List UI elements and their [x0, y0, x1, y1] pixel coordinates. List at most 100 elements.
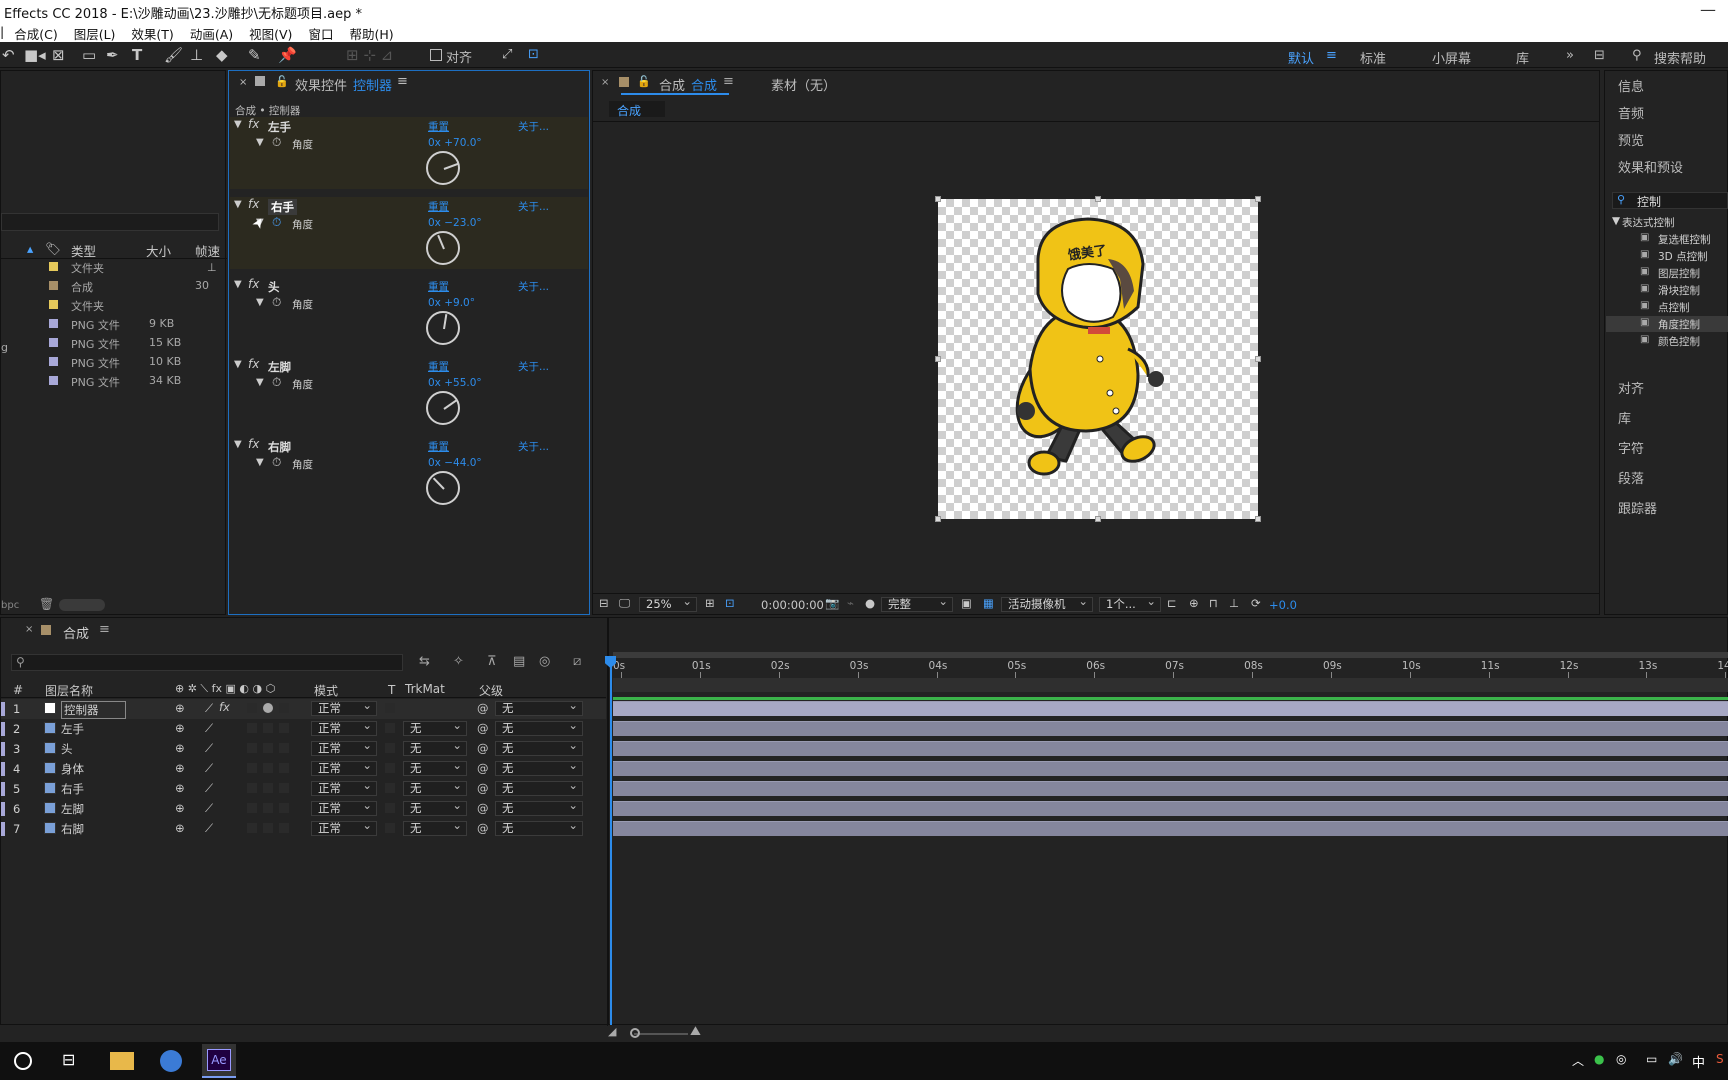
layer-name[interactable]: 右手 [61, 781, 84, 797]
panel-section[interactable]: 预览 [1618, 130, 1644, 149]
expand-arrow-icon[interactable]: ▼ [234, 359, 242, 370]
layer-name[interactable]: 控制器 [61, 701, 126, 719]
blend-mode-select[interactable]: 正常 [311, 759, 377, 776]
transform-handle[interactable] [935, 356, 941, 362]
footage-tab[interactable]: 素材（无） [771, 75, 836, 94]
parent-select[interactable]: 无 [495, 759, 583, 776]
taskbar-active-app[interactable]: Ae [202, 1044, 236, 1078]
puppet-pin-tool-icon[interactable]: 📌 [278, 46, 297, 64]
layer-duration-bar[interactable] [613, 801, 1728, 816]
views-select[interactable]: 1个... [1099, 595, 1161, 612]
trkmat-select[interactable]: 无 [403, 779, 467, 796]
draft-3d-icon[interactable]: ✧ [453, 654, 464, 669]
cortana-icon[interactable] [14, 1052, 32, 1070]
rotate-tool-icon[interactable]: ↶ [2, 46, 15, 64]
show-snapshot-icon[interactable]: ⌁ [847, 596, 854, 610]
effect-about[interactable]: 关于... [518, 439, 549, 454]
quality-switch-icon[interactable]: ⟋ [205, 741, 213, 756]
trash-icon[interactable]: 🗑 [39, 597, 54, 611]
pan-behind-tool-icon[interactable]: ⊠ [52, 46, 65, 64]
transparency-grid-icon[interactable]: ▦ [983, 596, 994, 610]
timeline-menu-icon[interactable]: ≡ [99, 622, 110, 637]
preset-item[interactable]: 图层控制 [1658, 266, 1700, 281]
input-language[interactable]: 中 [1692, 1052, 1705, 1071]
close-timeline-icon[interactable]: × [25, 624, 33, 635]
more-workspaces-icon[interactable]: » [1566, 48, 1574, 63]
effect-controls-tab[interactable]: × 🔓 效果控件 控制器 ≡ [229, 71, 589, 95]
blend-mode-select[interactable]: 正常 [311, 779, 377, 796]
pick-whip-icon[interactable]: @ [477, 801, 489, 815]
panel-section[interactable]: 信息 [1618, 76, 1644, 95]
angle-value[interactable]: 0x +55.0° [428, 377, 482, 389]
expand-arrow-icon[interactable]: ▼ [256, 377, 264, 388]
lock-icon[interactable]: 🔓 [275, 75, 289, 88]
search-help-input[interactable]: 搜索帮助 [1654, 48, 1706, 67]
effect-about[interactable]: 关于... [518, 279, 549, 294]
effect-reset[interactable]: 重置 [428, 359, 449, 374]
transform-handle[interactable] [935, 516, 941, 522]
angle-dial[interactable] [426, 471, 460, 505]
transform-handle[interactable] [1255, 356, 1261, 362]
fx-toggle-icon[interactable]: fx [248, 117, 259, 131]
parent-select[interactable]: 无 [495, 699, 583, 716]
menu-help[interactable]: 帮助(H) [341, 22, 401, 42]
search-icon[interactable]: ⚲ [1632, 48, 1642, 63]
comp-lock-icon[interactable]: 🔓 [637, 75, 651, 88]
effect-about[interactable]: 关于... [518, 359, 549, 374]
file-explorer-icon[interactable] [110, 1052, 134, 1070]
project-search-input[interactable] [1, 213, 219, 231]
blend-mode-select[interactable]: 正常 [311, 699, 377, 716]
work-area-bar[interactable] [613, 652, 1728, 658]
workspace-default[interactable]: 默认 [1288, 48, 1314, 67]
comp-breadcrumb[interactable]: 合成 [609, 101, 665, 118]
panel-section[interactable]: 跟踪器 [1618, 498, 1657, 517]
effects-search-input[interactable]: ⚲ 控制 [1612, 192, 1728, 209]
switch-box[interactable] [247, 723, 257, 733]
transform-handle[interactable] [1095, 516, 1101, 522]
zoom-thumb[interactable] [630, 1028, 640, 1038]
zoom-out-icon[interactable]: ◢ [608, 1025, 616, 1038]
angle-value[interactable]: 0x −23.0° [428, 217, 482, 229]
preserve-transparency-checkbox[interactable] [385, 823, 395, 833]
layer-duration-bar[interactable] [613, 701, 1728, 716]
angle-dial[interactable] [426, 151, 460, 185]
adjustment-switch[interactable] [263, 783, 273, 793]
brush-tool-icon[interactable]: 🖌 [164, 46, 183, 64]
parent-select[interactable]: 无 [495, 819, 583, 836]
reset-exposure-icon[interactable]: ⟳ [1251, 596, 1261, 610]
panel-section[interactable]: 对齐 [1618, 378, 1644, 397]
playhead-line[interactable] [610, 656, 612, 1026]
layer-name[interactable]: 左手 [61, 721, 84, 737]
switch-box[interactable] [247, 803, 257, 813]
effect-reset[interactable]: 重置 [428, 199, 449, 214]
effect-name[interactable]: 左脚 [268, 359, 291, 375]
3d-switch[interactable] [279, 803, 289, 813]
shy-switch-icon[interactable]: ⊕ [175, 701, 185, 715]
layer-name[interactable]: 右脚 [61, 821, 84, 837]
panel-section[interactable]: 库 [1618, 408, 1631, 427]
layer-name[interactable]: 头 [61, 741, 73, 757]
panel-section[interactable]: 字符 [1618, 438, 1644, 457]
panel-section[interactable]: 效果和预设 [1618, 157, 1683, 176]
graph-editor-icon[interactable]: ⧄ [573, 654, 581, 669]
effect-reset[interactable]: 重置 [428, 439, 449, 454]
transform-handle[interactable] [1255, 196, 1261, 202]
project-item[interactable]: PNG 文件 10 KB [1, 352, 226, 371]
region-icon[interactable]: ▣ [961, 596, 972, 610]
angle-value[interactable]: 0x −44.0° [428, 457, 482, 469]
blend-mode-select[interactable]: 正常 [311, 719, 377, 736]
switch-box[interactable] [247, 703, 257, 713]
t-column[interactable]: T [388, 683, 395, 697]
shy-switch-icon[interactable]: ⊕ [175, 761, 185, 775]
shy-switch-icon[interactable]: ⊕ [175, 781, 185, 795]
effect-name[interactable]: 右手 [268, 199, 297, 215]
zoom-select[interactable]: 25% [639, 595, 697, 612]
preset-item[interactable]: 3D 点控制 [1658, 249, 1708, 264]
3d-switch[interactable] [279, 783, 289, 793]
pick-whip-icon[interactable]: @ [477, 781, 489, 795]
wechat-icon[interactable]: ● [1594, 1052, 1604, 1066]
camera-select[interactable]: 活动摄像机 [1001, 595, 1093, 612]
layer-row[interactable]: 4 身体 ⊕ ⟋ 正常 无 @ 无 [1, 759, 606, 779]
layer-duration-bar[interactable] [613, 741, 1728, 756]
rectangle-tool-icon[interactable]: ▭ [82, 46, 96, 64]
